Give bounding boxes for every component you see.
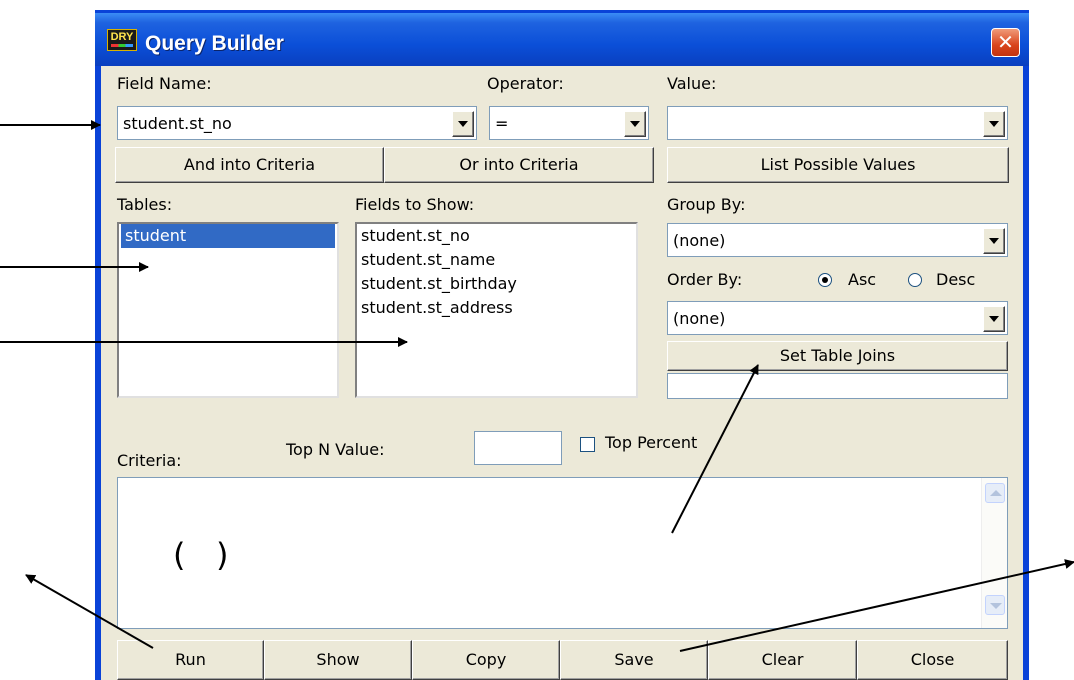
list-item[interactable]: student.st_no — [357, 224, 636, 248]
order-by-select[interactable]: (none) — [667, 301, 1008, 335]
value-select[interactable] — [667, 106, 1008, 140]
field-name-select[interactable]: student.st_no — [117, 106, 477, 140]
top-n-value-input[interactable] — [474, 431, 562, 465]
chevron-down-icon[interactable] — [983, 306, 1005, 332]
show-button[interactable]: Show — [264, 640, 412, 680]
close-button[interactable]: Close — [857, 640, 1008, 680]
operator-label: Operator: — [487, 74, 564, 93]
or-into-criteria-button[interactable]: Or into Criteria — [384, 147, 654, 183]
fields-to-show-label: Fields to Show: — [355, 195, 475, 214]
asc-label: Asc — [848, 270, 877, 289]
scroll-up-button[interactable] — [985, 483, 1005, 503]
top-n-value-label: Top N Value: — [286, 440, 385, 459]
order-by-label: Order By: — [667, 270, 743, 289]
top-percent-label: Top Percent — [605, 433, 698, 452]
chevron-up-icon — [990, 490, 1002, 496]
chevron-down-icon[interactable] — [983, 111, 1005, 137]
chevron-down-icon[interactable] — [983, 228, 1005, 254]
run-button[interactable]: Run — [117, 640, 264, 680]
close-window-button[interactable]: ✕ — [991, 28, 1020, 57]
criteria-textarea[interactable]: ( ) — [117, 477, 1008, 629]
operator-select[interactable]: = — [489, 106, 649, 140]
value-label: Value: — [667, 74, 717, 93]
group-by-select[interactable]: (none) — [667, 223, 1008, 257]
list-item[interactable]: student.st_name — [357, 248, 636, 272]
window-title: Query Builder — [145, 32, 284, 55]
group-by-label: Group By: — [667, 195, 746, 214]
chevron-down-icon[interactable] — [452, 111, 474, 137]
fields-to-show-list[interactable]: student.st_no student.st_name student.st… — [355, 222, 638, 398]
copy-button[interactable]: Copy — [412, 640, 560, 680]
top-percent-checkbox[interactable] — [580, 437, 595, 452]
chevron-down-icon[interactable] — [624, 111, 646, 137]
list-item[interactable]: student.st_address — [357, 296, 636, 320]
set-table-joins-button[interactable]: Set Table Joins — [667, 341, 1008, 371]
scroll-down-button[interactable] — [985, 595, 1005, 615]
list-item[interactable]: student.st_birthday — [357, 272, 636, 296]
list-item[interactable]: student — [121, 224, 335, 248]
list-possible-values-button[interactable]: List Possible Values — [667, 147, 1009, 183]
tables-list[interactable]: student — [117, 222, 339, 398]
app-icon: DRY — [107, 29, 137, 51]
save-button[interactable]: Save — [560, 640, 708, 680]
criteria-scrollbar[interactable] — [981, 478, 1007, 628]
join-info-field[interactable] — [667, 373, 1008, 399]
chevron-down-icon — [990, 603, 1002, 609]
desc-radio[interactable] — [908, 273, 922, 287]
clear-button[interactable]: Clear — [708, 640, 857, 680]
field-name-label: Field Name: — [117, 74, 212, 93]
criteria-label: Criteria: — [117, 451, 182, 470]
and-into-criteria-button[interactable]: And into Criteria — [115, 147, 384, 183]
asc-radio[interactable] — [818, 273, 832, 287]
tables-label: Tables: — [117, 195, 173, 214]
desc-label: Desc — [936, 270, 976, 289]
